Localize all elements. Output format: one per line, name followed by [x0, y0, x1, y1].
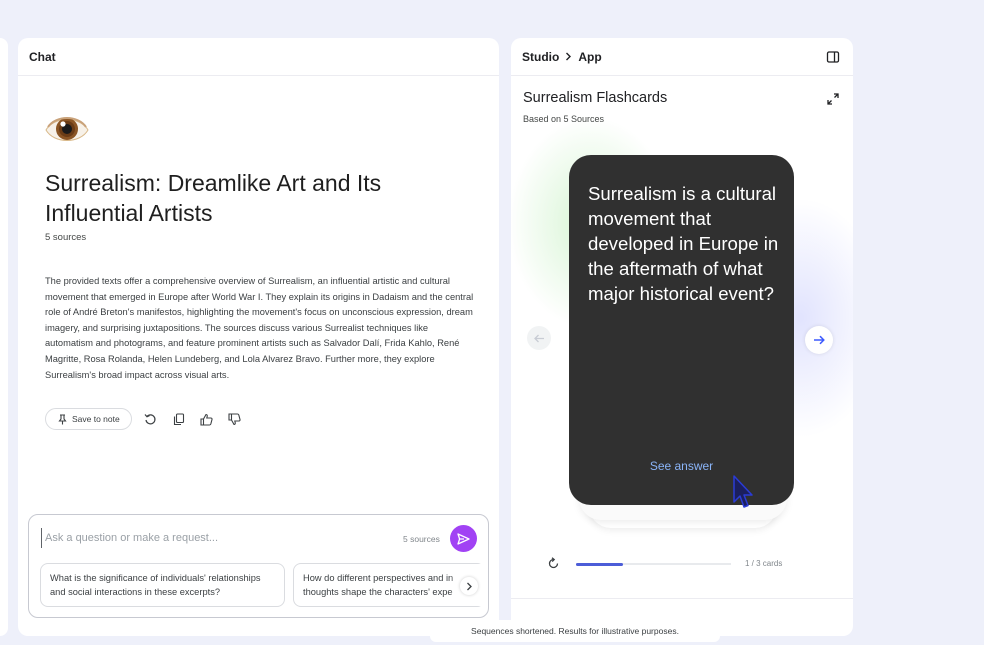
chat-panel: Chat Surrealism: Dreamlike Art and Its I… — [18, 38, 499, 636]
suggestion-text: What is the significance of individuals'… — [50, 573, 261, 597]
copy-button[interactable] — [170, 410, 188, 428]
suggestions-next-button[interactable] — [460, 577, 478, 595]
card-progress-fill — [576, 562, 623, 566]
chevron-right-icon — [466, 582, 472, 590]
previous-card-button[interactable] — [527, 326, 551, 350]
chat-header: Chat — [18, 38, 499, 76]
panel-toggle-icon[interactable] — [826, 50, 840, 64]
mouse-cursor-icon — [733, 475, 753, 508]
flashcard[interactable]: Surrealism is a cultural movement that d… — [569, 155, 794, 508]
copy-icon — [173, 412, 184, 425]
send-icon — [457, 532, 470, 545]
notebook-sources-count: 5 sources — [45, 232, 87, 243]
thumbs-up-button[interactable] — [198, 410, 216, 428]
save-to-note-button[interactable]: Save to note — [45, 408, 132, 430]
flashcards-subtitle: Based on 5 Sources — [523, 114, 605, 124]
see-answer-button[interactable]: See answer — [569, 459, 794, 473]
breadcrumb-studio[interactable]: Studio — [522, 50, 559, 64]
pin-icon — [58, 413, 67, 424]
arrow-left-icon — [533, 334, 544, 342]
notebook-title: Surrealism: Dreamlike Art and Its Influe… — [45, 170, 382, 226]
refresh-icon — [144, 413, 156, 424]
chevron-right-icon — [566, 52, 572, 61]
flashcards-title: Surrealism Flashcards — [523, 90, 668, 106]
send-button[interactable] — [450, 525, 477, 552]
thumbs-down-button[interactable] — [226, 410, 244, 428]
disclaimer-text: Sequences shortened. Results for illustr… — [430, 620, 720, 642]
card-count: 1 / 3 cards — [745, 559, 783, 568]
chat-composer: 5 sources What is the significance of in… — [28, 514, 489, 618]
thumbs-down-icon — [228, 412, 241, 425]
next-card-button[interactable] — [805, 326, 833, 354]
message-actions: Save to note — [45, 408, 244, 430]
composer-sources-count: 5 sources — [403, 534, 440, 544]
studio-panel: Studio App Surrealism Flashcards Based o… — [511, 38, 853, 636]
card-progress-bar — [576, 562, 731, 566]
arrow-right-icon — [814, 335, 825, 345]
studio-divider — [511, 598, 853, 599]
chat-query-input[interactable] — [41, 528, 381, 548]
flashcard-question: Surrealism is a cultural movement that d… — [588, 183, 779, 304]
collapsed-sources-panel — [0, 38, 8, 636]
suggestion-chip[interactable]: What is the significance of individuals'… — [40, 563, 285, 607]
eye-icon — [45, 117, 89, 141]
notebook-summary: The provided texts offer a comprehensive… — [45, 276, 474, 380]
restart-icon[interactable] — [547, 557, 560, 570]
thumbs-up-icon — [200, 413, 213, 426]
save-to-note-label: Save to note — [72, 414, 120, 424]
regenerate-button[interactable] — [142, 410, 160, 428]
studio-header: Studio App — [511, 38, 853, 76]
chat-header-title: Chat — [29, 49, 56, 64]
breadcrumb-app[interactable]: App — [578, 50, 601, 64]
expand-icon[interactable] — [827, 93, 839, 105]
